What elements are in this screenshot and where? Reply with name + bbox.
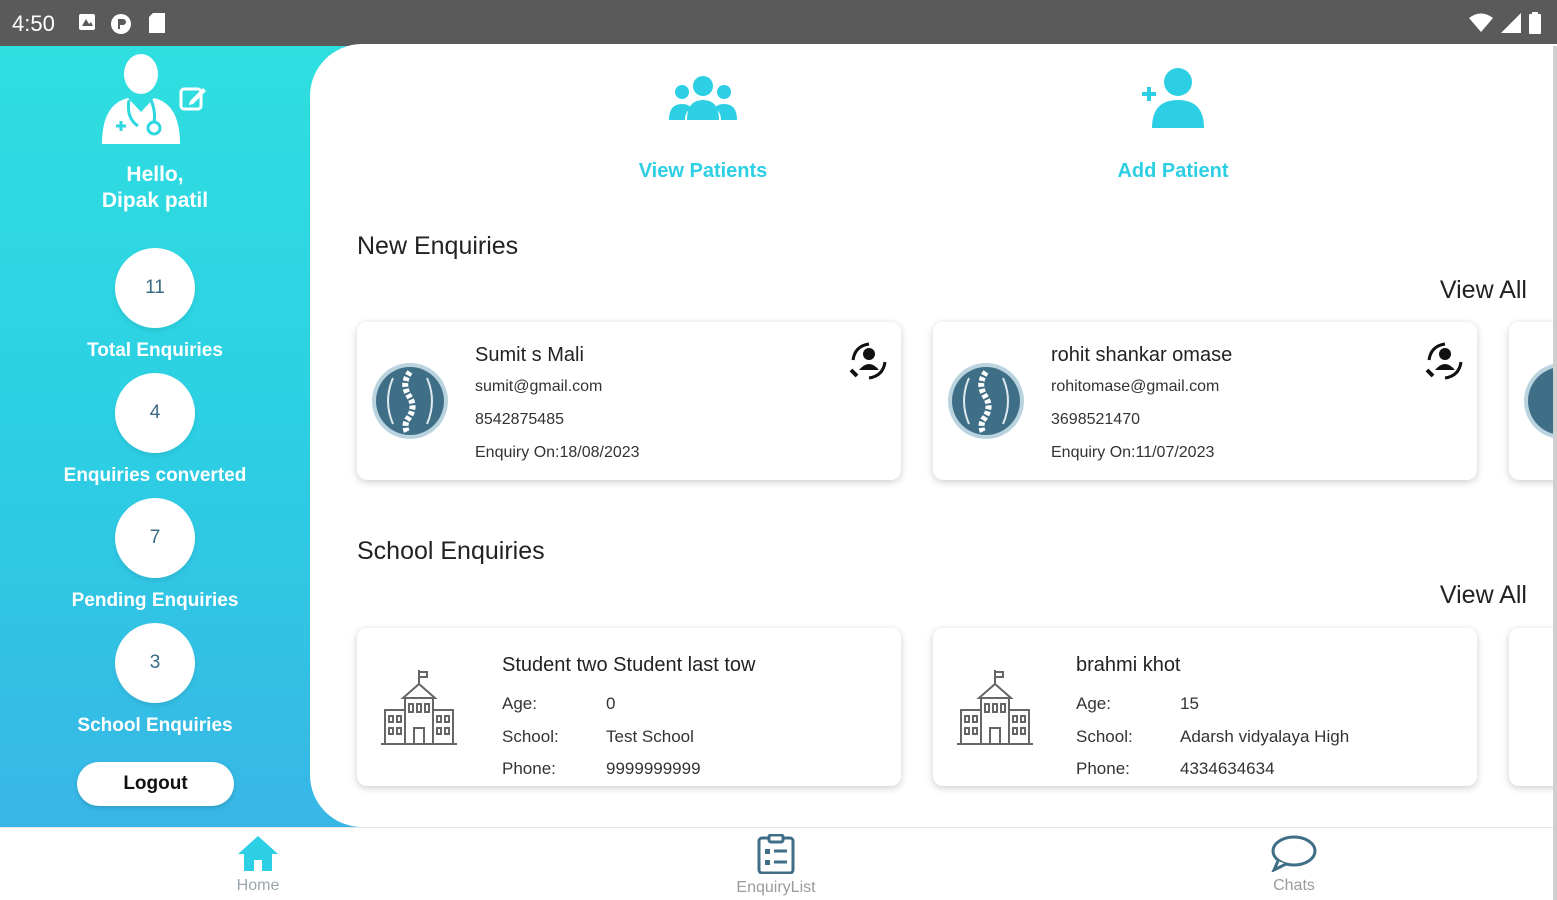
enquiry-name: Sumit s Mali bbox=[475, 344, 584, 366]
clipboard-list-icon bbox=[757, 833, 795, 875]
spine-icon bbox=[372, 363, 448, 439]
total-enquiries-count[interactable]: 11 bbox=[115, 248, 195, 328]
status-time: 4:50 bbox=[12, 11, 55, 36]
school-enquiry-card[interactable]: Student two Student last tow Age: 0 Scho… bbox=[357, 628, 901, 786]
nav-chats-label: Chats bbox=[1273, 877, 1315, 894]
new-enquiries-title: New Enquiries bbox=[357, 232, 519, 260]
view-patients-button[interactable]: View Patients bbox=[628, 74, 778, 183]
school-enquiries-label: School Enquiries bbox=[77, 715, 233, 736]
nav-home[interactable]: Home bbox=[198, 834, 318, 895]
age-label: Age: bbox=[1076, 694, 1111, 713]
add-user-icon bbox=[1142, 68, 1204, 128]
total-enquiries-label: Total Enquiries bbox=[87, 340, 223, 361]
window-frame-edge bbox=[1553, 46, 1557, 900]
signal-icon bbox=[1501, 13, 1521, 33]
school-label: School: bbox=[1076, 727, 1133, 746]
enquiries-converted-label: Enquiries converted bbox=[63, 465, 247, 486]
spine-icon bbox=[1524, 363, 1557, 439]
student-name: brahmi khot bbox=[1076, 654, 1181, 676]
enquiry-card[interactable]: Sumit s Mali sumit@gmail.com 8542875485 … bbox=[357, 322, 901, 480]
school-enquiries-view-all[interactable]: View All bbox=[1440, 581, 1527, 610]
add-patient-label: Add Patient bbox=[1117, 160, 1229, 182]
wifi-icon bbox=[1469, 13, 1493, 32]
greeting: Hello, bbox=[126, 163, 184, 186]
school-enquiry-card[interactable]: brahmi khot Age: 15 School: Adarsh vidya… bbox=[933, 628, 1477, 786]
view-patients-label: View Patients bbox=[638, 160, 768, 182]
age-value: 15 bbox=[1180, 694, 1199, 713]
school-value: Test School bbox=[606, 727, 694, 746]
status-right-icons bbox=[1469, 12, 1541, 34]
student-name: Student two Student last tow bbox=[502, 654, 756, 676]
school-value: Adarsh vidyalaya High bbox=[1180, 727, 1350, 746]
phone-value: 9999999999 bbox=[606, 759, 701, 778]
school-building-icon bbox=[957, 670, 1033, 745]
enquiries-converted-count[interactable]: 4 bbox=[115, 373, 195, 453]
age-value: 0 bbox=[606, 694, 616, 713]
new-enquiries-view-all[interactable]: View All bbox=[1440, 276, 1527, 305]
enquiry-date: Enquiry On:11/07/2023 bbox=[1051, 444, 1215, 461]
pending-enquiries-label: Pending Enquiries bbox=[71, 590, 239, 611]
school-enquiry-card-partial[interactable] bbox=[1509, 628, 1557, 786]
home-icon bbox=[238, 836, 278, 871]
spine-icon bbox=[948, 363, 1024, 439]
school-enquiries-title: School Enquiries bbox=[357, 537, 545, 565]
enquiry-name: rohit shankar omase bbox=[1051, 344, 1233, 366]
school-building-icon bbox=[381, 670, 457, 745]
nav-enquiry-list-label: EnquiryList bbox=[736, 879, 816, 896]
school-label: School: bbox=[502, 727, 559, 746]
notification-icon bbox=[79, 14, 95, 30]
main-panel: View Patients Add Patient New Enquiries … bbox=[310, 44, 1557, 827]
enquiry-phone: 8542875485 bbox=[475, 411, 564, 428]
phone-label: Phone: bbox=[1076, 759, 1130, 778]
enquiry-card[interactable]: rohit shankar omase rohitomase@gmail.com… bbox=[933, 322, 1477, 480]
bottom-navigation: Home EnquiryList Chats bbox=[0, 827, 1557, 900]
add-patient-button[interactable]: Add Patient bbox=[1098, 66, 1248, 183]
enquiry-date: Enquiry On:18/08/2023 bbox=[475, 444, 640, 461]
enquiry-phone: 3698521470 bbox=[1051, 411, 1140, 428]
status-bar: 4:50 bbox=[0, 0, 1557, 46]
call-icon[interactable] bbox=[847, 340, 889, 382]
patients-group-icon bbox=[669, 76, 737, 120]
sd-card-icon bbox=[149, 13, 165, 33]
age-label: Age: bbox=[502, 694, 537, 713]
call-icon[interactable] bbox=[1423, 340, 1465, 382]
nav-chats[interactable]: Chats bbox=[1234, 834, 1354, 895]
enquiry-email: sumit@gmail.com bbox=[475, 378, 603, 395]
doctor-avatar-icon bbox=[102, 54, 180, 144]
battery-icon bbox=[1529, 12, 1541, 34]
pending-enquiries-count[interactable]: 7 bbox=[115, 498, 195, 578]
user-name: Dipak patil bbox=[101, 189, 209, 212]
app-notification-icon bbox=[111, 14, 131, 34]
phone-value: 4334634634 bbox=[1180, 759, 1275, 778]
school-enquiries-count[interactable]: 3 bbox=[115, 623, 195, 703]
nav-enquiry-list[interactable]: EnquiryList bbox=[716, 833, 836, 897]
edit-profile-icon[interactable] bbox=[178, 84, 208, 114]
logout-button[interactable]: Logout bbox=[77, 762, 234, 806]
enquiry-email: rohitomase@gmail.com bbox=[1051, 378, 1220, 395]
phone-label: Phone: bbox=[502, 759, 556, 778]
nav-home-label: Home bbox=[236, 877, 280, 894]
sidebar: Hello, Dipak patil 11 Total Enquiries 4 … bbox=[0, 46, 360, 827]
enquiry-card-partial[interactable] bbox=[1509, 322, 1557, 480]
chat-bubble-icon bbox=[1270, 835, 1317, 874]
